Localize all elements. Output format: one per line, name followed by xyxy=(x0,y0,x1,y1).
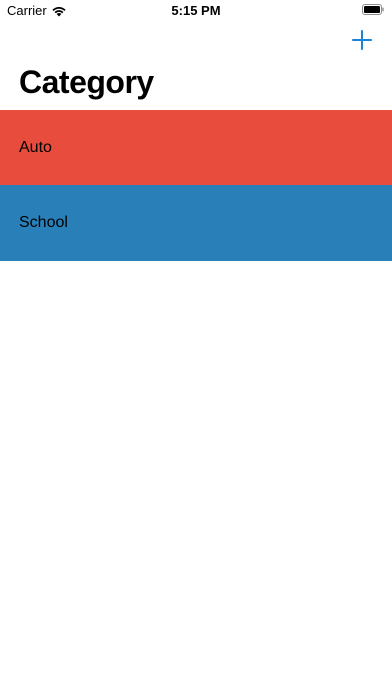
category-list: Auto School xyxy=(0,110,392,261)
add-category-button[interactable] xyxy=(350,28,374,52)
page-title: Category xyxy=(19,64,154,100)
category-screen: Carrier 5:15 PM Category Auto School xyxy=(0,0,392,696)
plus-icon xyxy=(352,30,372,50)
category-label: Auto xyxy=(19,138,52,156)
navigation-bar xyxy=(0,22,392,62)
status-time: 5:15 PM xyxy=(171,3,221,18)
status-bar: Carrier 5:15 PM xyxy=(0,0,392,22)
category-row-school[interactable]: School xyxy=(0,185,392,261)
category-row-auto[interactable]: Auto xyxy=(0,110,392,185)
category-label: School xyxy=(19,214,68,231)
battery-icon xyxy=(362,4,384,15)
